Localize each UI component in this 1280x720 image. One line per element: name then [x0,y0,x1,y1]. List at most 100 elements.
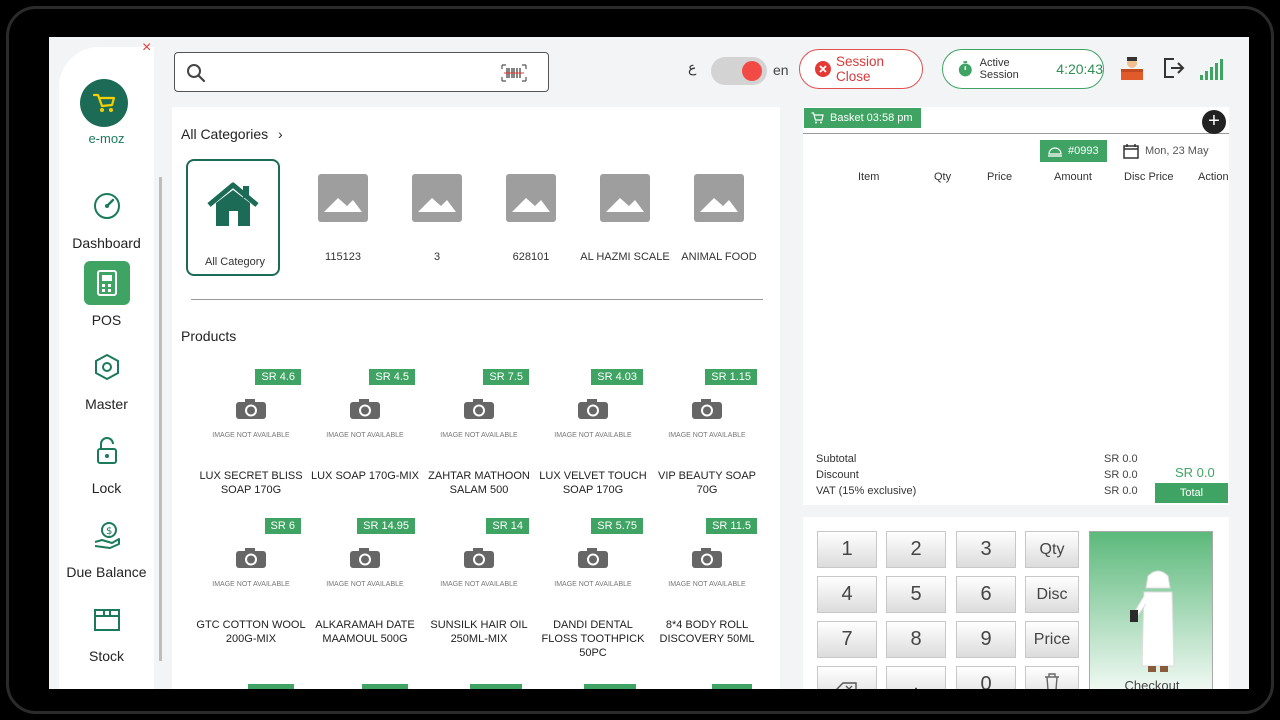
backspace-icon [836,682,857,689]
category-card[interactable]: 115123 [296,159,390,276]
backspace-key[interactable] [817,666,877,689]
product-card[interactable]: SR 14 IMAGE NOT AVAILABLE SUNSILK HAIR O… [422,518,536,658]
product-name: LUX SOAP 170G-MIX [310,470,419,482]
camera-icon [350,548,380,568]
price-key[interactable]: Price [1025,621,1079,658]
product-card[interactable]: SR 7.5 IMAGE NOT AVAILABLE ZAHTAR MATHOO… [422,369,536,509]
svg-text:$: $ [106,526,112,537]
price-badge: SR 14.95 [357,518,415,534]
delete-key[interactable] [1025,666,1079,689]
price-badge: SR 14 [486,518,529,534]
price-badge-partial [584,684,636,689]
category-card[interactable]: 3 [390,159,484,276]
dot-icon: . [913,673,919,689]
price-badge-partial [470,684,522,689]
key-1[interactable]: 1 [817,531,877,568]
product-name: ALKARAMAH DATE MAAMOUL 500G [315,619,415,645]
sidebar-item-label: Stock [88,648,124,664]
service-bell-icon [1048,147,1062,157]
cart-icon [92,93,116,112]
logo [80,79,128,127]
search-input[interactable] [174,52,549,92]
sidebar-item-label: Dashboard [72,235,141,251]
categories-header[interactable]: All Categories › [181,126,283,142]
checkout-button[interactable]: Checkout [1089,531,1213,689]
sidebar-item-pos[interactable]: POS [59,261,154,328]
key-8[interactable]: 8 [886,621,946,658]
key-2[interactable]: 2 [886,531,946,568]
session-close-button[interactable]: Session Close [799,49,923,89]
product-card[interactable]: SR 5.75 IMAGE NOT AVAILABLE DANDI DENTAL… [536,518,650,659]
camera-icon [236,399,266,419]
disc-key[interactable]: Disc [1025,576,1079,613]
basket-divider [803,133,1229,134]
image-placeholder-icon [506,174,556,222]
camera-icon [464,548,494,568]
categories-title: All Categories [181,126,269,142]
barcode-scan-icon[interactable] [501,64,527,82]
key-5[interactable]: 5 [886,576,946,613]
image-not-available-text: IMAGE NOT AVAILABLE [668,432,746,439]
vat-value: SR 0.0 [1104,485,1138,497]
language-toggle[interactable] [711,57,767,85]
key-6[interactable]: 6 [956,576,1016,613]
category-card[interactable]: 628101 [484,159,578,276]
product-card[interactable]: SR 4.5 IMAGE NOT AVAILABLE LUX SOAP 170G… [308,369,422,509]
key-3[interactable]: 3 [956,531,1016,568]
search-icon [187,64,206,83]
calendar-icon [1123,144,1139,159]
product-name: SUNSILK HAIR OIL 250ML-MIX [430,619,528,645]
category-card-all[interactable]: All Category [186,159,280,276]
product-name: GTC COTTON WOOL 200G-MIX [196,619,306,645]
key-7[interactable]: 7 [817,621,877,658]
column-header-action: Action [1198,171,1229,183]
sidebar-scrollbar[interactable] [159,177,162,661]
key-9[interactable]: 9 [956,621,1016,658]
key-0[interactable]: 0 [956,666,1016,689]
category-label: ANIMAL FOOD [681,251,757,263]
product-name: VIP BEAUTY SOAP 70G [657,470,757,496]
product-card[interactable]: SR 4.6 IMAGE NOT AVAILABLE LUX SECRET BL… [194,369,308,509]
session-close-label: Session Close [835,54,884,84]
category-card[interactable]: AL HAZMI SCALE [578,159,672,276]
order-date-text: Mon, 23 May [1145,145,1209,157]
image-not-available-text: IMAGE NOT AVAILABLE [554,432,632,439]
basket-tag[interactable]: Basket 03:58 pm [804,108,921,128]
price-badge-partial [248,684,294,689]
product-name: ZAHTAR MATHOON SALAM 500 [428,470,530,496]
qty-key[interactable]: Qty [1025,531,1079,568]
cashier-avatar-icon[interactable] [1118,55,1146,83]
order-date: Mon, 23 May [1123,143,1209,159]
active-session-badge: Active Session 4:20:43 [942,49,1104,89]
image-not-available-text: IMAGE NOT AVAILABLE [440,432,518,439]
camera-icon [578,399,608,419]
price-badge: SR 4.5 [369,369,415,385]
image-not-available-text: IMAGE NOT AVAILABLE [326,581,404,588]
product-card[interactable]: SR 11.5 IMAGE NOT AVAILABLE 8*4 BODY ROL… [650,518,764,658]
category-card[interactable]: ANIMAL FOOD [672,159,766,276]
sidebar-item-lock[interactable]: Lock [59,429,154,496]
keypad-panel: 1 2 3 Qty 4 5 6 Disc 7 8 9 Price . 0 Che… [803,517,1229,689]
sidebar-item-due-balance[interactable]: $ Due Balance [59,513,154,580]
sidebar-item-stock[interactable]: Stock [59,597,154,664]
products-title: Products [181,328,237,344]
close-icon[interactable]: × [142,39,151,57]
product-card[interactable]: SR 4.03 IMAGE NOT AVAILABLE LUX VELVET T… [536,369,650,509]
plus-icon: + [1208,110,1220,132]
logout-icon[interactable] [1162,55,1186,81]
product-card[interactable]: SR 6 IMAGE NOT AVAILABLE GTC COTTON WOOL… [194,518,308,658]
image-not-available-text: IMAGE NOT AVAILABLE [440,581,518,588]
sidebar-item-dashboard[interactable]: Dashboard [59,184,154,251]
key-4[interactable]: 4 [817,576,877,613]
price-badge: SR 6 [264,518,301,534]
sidebar: e-moz Dashboard POS Master Lock $ Due Ba… [59,47,162,689]
order-number: #0993 [1068,145,1099,157]
decimal-key[interactable]: . [886,666,946,689]
product-card[interactable]: SR 14.95 IMAGE NOT AVAILABLE ALKARAMAH D… [308,518,422,658]
product-card[interactable]: SR 1.15 IMAGE NOT AVAILABLE VIP BEAUTY S… [650,369,764,509]
camera-icon [236,548,266,568]
add-basket-button[interactable]: + [1202,110,1226,134]
sidebar-item-master[interactable]: Master [59,345,154,412]
column-header-disc-price: Disc Price [1124,171,1174,183]
chevron-right-icon: › [278,126,283,142]
